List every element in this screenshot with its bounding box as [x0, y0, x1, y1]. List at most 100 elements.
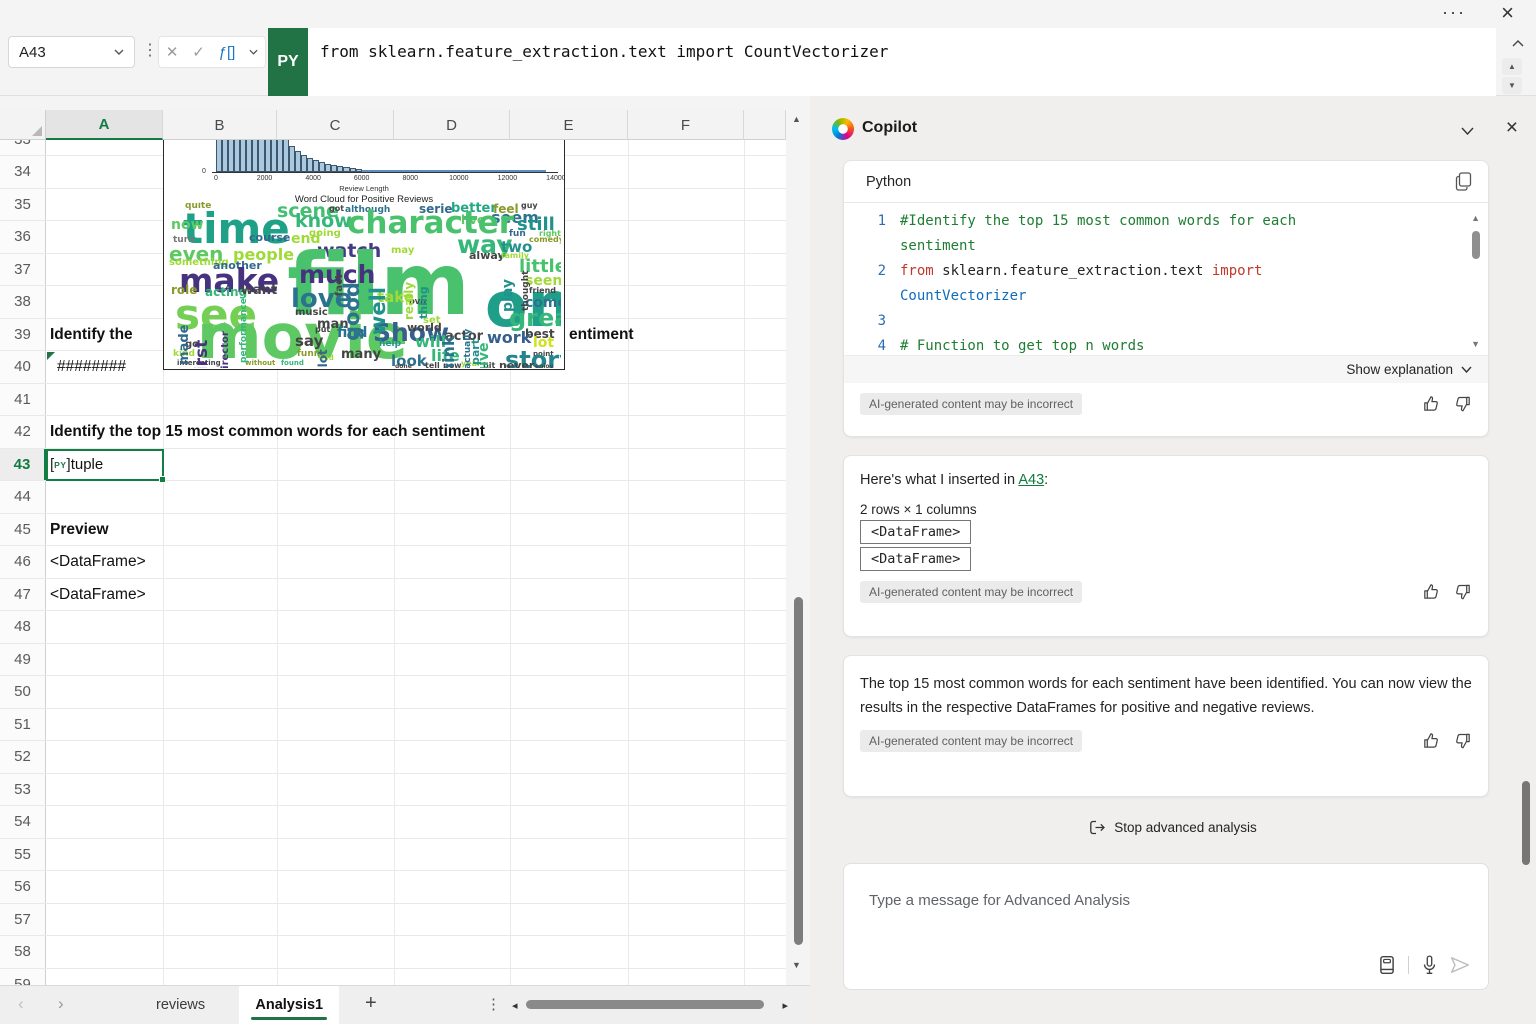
grid-vertical-scrollbar[interactable]: ▲ ▼ — [786, 110, 810, 985]
next-sheet-icon[interactable]: › — [58, 994, 64, 1014]
scroll-down-icon[interactable]: ▼ — [1502, 77, 1522, 94]
row-header-36[interactable]: 36 — [0, 221, 46, 253]
window-close-icon[interactable]: × — [1501, 0, 1514, 26]
stop-advanced-analysis-button[interactable]: Stop advanced analysis — [810, 820, 1536, 835]
row-header-55[interactable]: 55 — [0, 839, 46, 871]
row-header-53[interactable]: 53 — [0, 774, 46, 806]
chevron-down-icon[interactable] — [249, 49, 258, 55]
col-header-F[interactable]: F — [628, 110, 744, 140]
row-header-50[interactable]: 50 — [0, 676, 46, 708]
row-header-40[interactable]: 40 — [0, 351, 46, 383]
select-all-corner[interactable] — [0, 110, 46, 140]
send-icon[interactable] — [1450, 956, 1470, 974]
collapse-formula-bar-icon[interactable] — [1512, 34, 1524, 52]
row-header-46[interactable]: 46 — [0, 546, 46, 578]
cell-A39[interactable]: entiment — [569, 319, 634, 352]
thumbs-up-icon[interactable] — [1422, 732, 1440, 750]
col-header-B[interactable]: B — [163, 110, 277, 140]
row-header-43[interactable]: 43 — [0, 449, 46, 481]
row-header-41[interactable]: 41 — [0, 384, 46, 416]
row-header-45[interactable]: 45 — [0, 514, 46, 546]
name-box-menu-icon[interactable]: ⋮ — [142, 40, 158, 60]
scroll-up-icon[interactable]: ▲ — [1502, 58, 1522, 75]
scrollbar-thumb[interactable] — [794, 597, 803, 945]
cell-A46[interactable]: <DataFrame> — [50, 546, 146, 579]
chevron-down-icon[interactable] — [114, 49, 124, 55]
enter-check-icon[interactable]: ✓ — [192, 43, 205, 61]
row-header-48[interactable]: 48 — [0, 611, 46, 643]
cell-A42[interactable]: Identify the top 15 most common words fo… — [50, 416, 485, 449]
row-header-58[interactable]: 58 — [0, 936, 46, 968]
row-header-37[interactable]: 37 — [0, 254, 46, 286]
col-header-E[interactable]: E — [510, 110, 628, 140]
cloud-word: tell — [425, 362, 440, 368]
thumbs-down-icon[interactable] — [1454, 732, 1472, 750]
formula-buttons: ✕ ✓ ƒ[] — [158, 36, 266, 68]
row-header-47[interactable]: 47 — [0, 579, 46, 611]
scroll-down-icon[interactable]: ▼ — [1471, 339, 1480, 349]
embedded-chart-image[interactable]: 020004000600080001000012000140000Review … — [163, 140, 565, 370]
add-sheet-button[interactable]: + — [365, 992, 377, 1015]
row-header-49[interactable]: 49 — [0, 644, 46, 676]
collapse-panel-icon[interactable] — [1461, 122, 1474, 140]
copilot-title: Copilot — [862, 119, 917, 137]
col-header-A[interactable]: A — [46, 110, 163, 140]
selection-box[interactable] — [46, 449, 164, 482]
chat-input[interactable]: Type a message for Advanced Analysis — [843, 863, 1489, 990]
row-header-59[interactable]: 59 — [0, 969, 46, 986]
summary-text: The top 15 most common words for each se… — [844, 656, 1488, 720]
thumbs-up-icon[interactable] — [1422, 583, 1440, 601]
sheet-list-icon[interactable]: ⋮ — [486, 995, 501, 1013]
row-header-33[interactable]: 33 — [0, 140, 46, 155]
row-header-34[interactable]: 34 — [0, 156, 46, 188]
name-box[interactable]: A43 — [8, 36, 135, 68]
insert-python-icon[interactable]: ƒ[] — [219, 44, 236, 61]
close-panel-icon[interactable]: × — [1506, 116, 1518, 140]
formula-input[interactable]: from sklearn.feature_extraction.text imp… — [308, 28, 1496, 96]
scroll-up-icon[interactable]: ▲ — [1471, 213, 1480, 223]
scroll-left-icon[interactable]: ◂ — [512, 999, 518, 1012]
row-header-35[interactable]: 35 — [0, 189, 46, 221]
scroll-right-icon[interactable]: ▸ — [782, 999, 788, 1012]
col-header-partial[interactable] — [744, 110, 786, 140]
row-header-38[interactable]: 38 — [0, 286, 46, 318]
col-header-D[interactable]: D — [394, 110, 510, 140]
cell-A39[interactable]: Identify the — [50, 319, 133, 352]
x-tick-label: 12000 — [498, 175, 517, 182]
horizontal-scrollbar[interactable]: ◂ ▸ — [510, 998, 790, 1012]
line-number: 1 — [860, 209, 886, 259]
cancel-icon[interactable]: ✕ — [166, 43, 179, 61]
row-header-51[interactable]: 51 — [0, 709, 46, 741]
thumbs-down-icon[interactable] — [1454, 395, 1472, 413]
show-explanation-button[interactable]: Show explanation — [844, 355, 1488, 383]
col-header-C[interactable]: C — [277, 110, 394, 140]
microphone-icon[interactable] — [1421, 955, 1438, 975]
row-header-57[interactable]: 57 — [0, 904, 46, 936]
fill-handle[interactable] — [159, 476, 166, 483]
prev-sheet-icon[interactable]: ‹ — [18, 994, 24, 1014]
panel-scrollbar-thumb[interactable] — [1522, 781, 1530, 865]
row-header-42[interactable]: 42 — [0, 416, 46, 448]
notebook-icon[interactable] — [1378, 955, 1396, 975]
scroll-down-icon[interactable]: ▼ — [792, 960, 801, 970]
row-header-44[interactable]: 44 — [0, 481, 46, 513]
scroll-up-icon[interactable]: ▲ — [792, 114, 801, 124]
cell-link[interactable]: A43 — [1018, 472, 1044, 488]
row-header-39[interactable]: 39 — [0, 319, 46, 351]
cell-A47[interactable]: <DataFrame> — [50, 579, 146, 612]
copy-icon[interactable] — [1455, 172, 1472, 191]
code-block[interactable]: ▲ ▼ 1#Identify the top 15 most common wo… — [844, 203, 1488, 355]
y-tick-label: 0 — [202, 168, 206, 175]
scrollbar-thumb[interactable] — [1472, 231, 1480, 259]
row-header-54[interactable]: 54 — [0, 806, 46, 838]
cell-A40[interactable]: ######## — [57, 351, 126, 384]
cell-A45[interactable]: Preview — [50, 514, 109, 547]
thumbs-up-icon[interactable] — [1422, 395, 1440, 413]
thumbs-down-icon[interactable] — [1454, 583, 1472, 601]
row-header-52[interactable]: 52 — [0, 741, 46, 773]
more-options-icon[interactable]: ··· — [1442, 2, 1466, 23]
sheet-tab-reviews[interactable]: reviews — [140, 986, 221, 1024]
sheet-tab-Analysis1[interactable]: Analysis1 — [239, 986, 339, 1024]
row-header-56[interactable]: 56 — [0, 871, 46, 903]
scrollbar-thumb[interactable] — [526, 1000, 764, 1009]
